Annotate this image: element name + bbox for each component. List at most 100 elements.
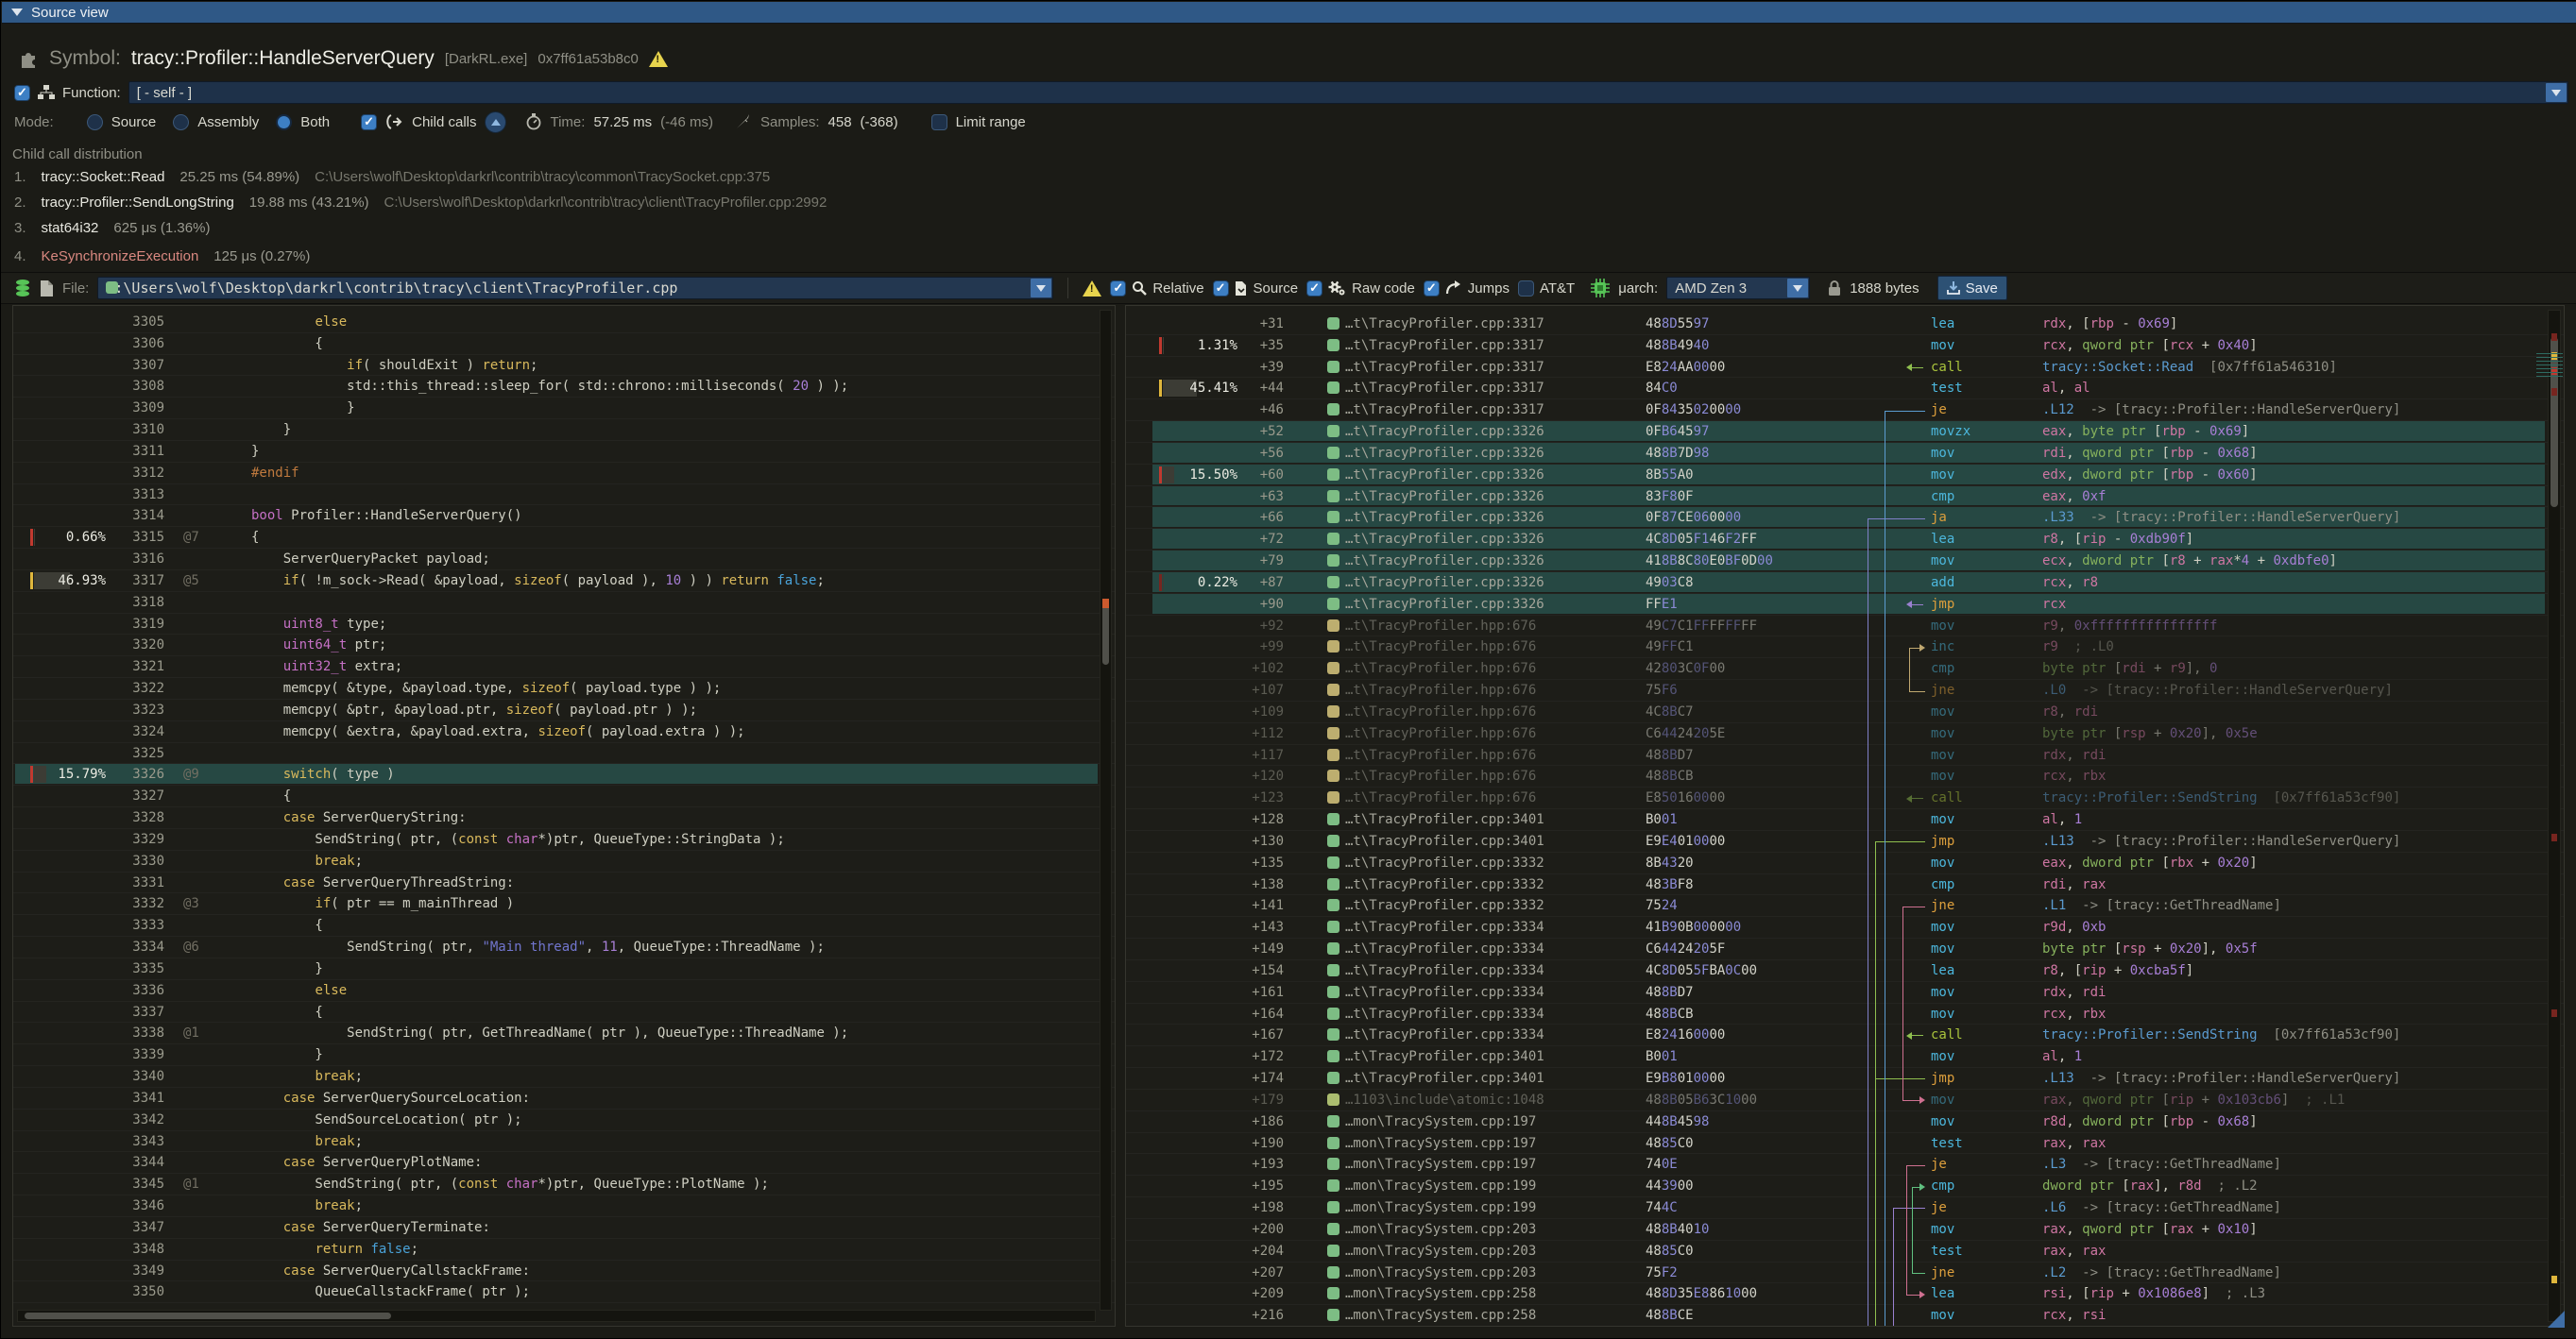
asm-row[interactable]: +120…t\TracyProfiler.hpp:676488BCBmovrcx…	[1126, 766, 2564, 788]
asm-row[interactable]: +52…t\TracyProfiler.cpp:33260FB64597movz…	[1126, 421, 2564, 443]
asm-row[interactable]: +102…t\TracyProfiler.hpp:67642803C0F00cm…	[1126, 658, 2564, 680]
source-line[interactable]: 3346 break;	[13, 1195, 1115, 1217]
asm-row[interactable]: +109…t\TracyProfiler.hpp:6764C8BC7movr8,…	[1126, 702, 2564, 723]
source-line[interactable]: 3313	[13, 484, 1115, 506]
asm-row[interactable]: +154…t\TracyProfiler.cpp:33344C8D055FBA0…	[1126, 960, 2564, 982]
asm-row[interactable]: +186…mon\TracySystem.cpp:197448B4598movr…	[1126, 1111, 2564, 1133]
scrollbar-thumb[interactable]	[1102, 599, 1109, 665]
asm-row[interactable]: +216…mon\TracySystem.cpp:258488BCEmovrcx…	[1126, 1305, 2564, 1327]
uarch-combo[interactable]: AMD Zen 3	[1666, 277, 1810, 299]
asm-row[interactable]: +107…t\TracyProfiler.hpp:67675F6jne.L0 -…	[1126, 680, 2564, 702]
source-line[interactable]: 3342 SendSourceLocation( ptr );	[13, 1110, 1115, 1131]
asm-row[interactable]: +72…t\TracyProfiler.cpp:33264C8D05F146F2…	[1126, 529, 2564, 551]
asm-row[interactable]: +123…t\TracyProfiler.hpp:676E850160000ca…	[1126, 788, 2564, 809]
asm-row[interactable]: +90…t\TracyProfiler.cpp:3326FFE1jmprcx	[1126, 594, 2564, 616]
source-line[interactable]: 3320 uint64_t ptr;	[13, 635, 1115, 656]
source-line[interactable]: 3311}	[13, 441, 1115, 463]
asm-row[interactable]: +193…mon\TracySystem.cpp:197740Eje.L3 ->…	[1126, 1154, 2564, 1176]
asm-row[interactable]: +31…t\TracyProfiler.cpp:3317488D5597lear…	[1126, 314, 2564, 335]
asm-row[interactable]: 45.41%+44…t\TracyProfiler.cpp:331784C0te…	[1126, 378, 2564, 399]
source-line[interactable]: 3330 break;	[13, 851, 1115, 873]
child-call-item[interactable]: 4.KeSynchronizeExecution125 μs (0.27%)	[14, 248, 310, 264]
asm-row[interactable]: +138…t\TracyProfiler.cpp:3332483BF8cmprd…	[1126, 874, 2564, 896]
radio-assembly[interactable]	[173, 114, 189, 130]
asm-row[interactable]: +143…t\TracyProfiler.cpp:333441B90B00000…	[1126, 917, 2564, 939]
asm-row[interactable]: +130…t\TracyProfiler.cpp:3401E9E4010000j…	[1126, 831, 2564, 853]
radio-both-label[interactable]: Both	[300, 114, 330, 130]
scrollbar-thumb[interactable]	[2550, 337, 2558, 507]
source-line[interactable]: 3329 SendString( ptr, (const char*)ptr, …	[13, 829, 1115, 851]
assembly-panel[interactable]: +31…t\TracyProfiler.cpp:3317488D5597lear…	[1125, 305, 2565, 1327]
source-line[interactable]: 3325	[13, 743, 1115, 765]
asm-row[interactable]: +46…t\TracyProfiler.cpp:33170F8435020000…	[1126, 399, 2564, 421]
asm-row[interactable]: +141…t\TracyProfiler.cpp:33327524jne.L1 …	[1126, 895, 2564, 917]
asm-row[interactable]: +200…mon\TracySystem.cpp:203488B4010movr…	[1126, 1219, 2564, 1241]
child-call-name[interactable]: tracy::Profiler::SendLongString	[42, 195, 234, 211]
source-line[interactable]: 15.79%3326@9 switch( type )	[13, 764, 1115, 786]
raw-code-label[interactable]: Raw code	[1352, 280, 1415, 297]
source-line[interactable]: 3319 uint8_t type;	[13, 614, 1115, 636]
uarch-combo-arrow[interactable]	[1787, 279, 1808, 297]
asm-row[interactable]: 0.22%+87…t\TracyProfiler.cpp:33264903C8a…	[1126, 572, 2564, 594]
source-line[interactable]: 3323 memcpy( &ptr, &payload.ptr, sizeof(…	[13, 700, 1115, 721]
source-line[interactable]: 3321 uint32_t extra;	[13, 656, 1115, 678]
source-line[interactable]: 3344 case ServerQueryPlotName:	[13, 1152, 1115, 1174]
source-line[interactable]: 3310 }	[13, 419, 1115, 441]
file-combo-arrow[interactable]	[1031, 279, 1051, 297]
asm-row[interactable]: +195…mon\TracySystem.cpp:199443900cmpdwo…	[1126, 1176, 2564, 1197]
relative-checkbox[interactable]: ✓	[1110, 280, 1126, 297]
source-hscrollbar[interactable]	[17, 1310, 1096, 1322]
source-line[interactable]: 3316 ServerQueryPacket payload;	[13, 549, 1115, 570]
function-combo[interactable]: [ - self - ]	[128, 81, 2568, 104]
child-call-name[interactable]: KeSynchronizeExecution	[42, 248, 199, 264]
limit-range-checkbox[interactable]	[931, 114, 947, 130]
asm-row[interactable]: +172…t\TracyProfiler.cpp:3401B001moval, …	[1126, 1046, 2564, 1068]
asm-row[interactable]: +207…mon\TracySystem.cpp:20375F2jne.L2 -…	[1126, 1263, 2564, 1284]
source-line[interactable]: 3309 }	[13, 398, 1115, 419]
att-checkbox[interactable]	[1518, 280, 1534, 297]
asm-row[interactable]: +209…mon\TracySystem.cpp:258488D35E88610…	[1126, 1283, 2564, 1305]
asm-row[interactable]: 15.50%+60…t\TracyProfiler.cpp:33268B55A0…	[1126, 465, 2564, 486]
asm-row[interactable]: +128…t\TracyProfiler.cpp:3401B001moval, …	[1126, 809, 2564, 831]
source-label[interactable]: Source	[1254, 280, 1299, 297]
child-call-name[interactable]: tracy::Socket::Read	[42, 169, 165, 185]
asm-row[interactable]: +63…t\TracyProfiler.cpp:332683F80Fcmpeax…	[1126, 486, 2564, 508]
resize-grip[interactable]	[2548, 1311, 2565, 1328]
source-line[interactable]: 3336 else	[13, 980, 1115, 1002]
radio-source-label[interactable]: Source	[111, 114, 157, 130]
asm-row[interactable]: +190…mon\TracySystem.cpp:1974885C0testra…	[1126, 1133, 2564, 1155]
function-combo-arrow[interactable]	[2546, 83, 2567, 102]
child-call-item[interactable]: 1.tracy::Socket::Read25.25 ms (54.89%)C:…	[14, 169, 770, 185]
collapse-icon[interactable]	[11, 8, 23, 16]
asm-row[interactable]: +99…t\TracyProfiler.hpp:67649FFC1incr9 ;…	[1126, 636, 2564, 658]
source-line[interactable]: 3312#endif	[13, 463, 1115, 484]
source-line[interactable]: 3322 memcpy( &type, &payload.type, sizeo…	[13, 678, 1115, 700]
asm-row[interactable]: 1.31%+35…t\TracyProfiler.cpp:3317488B494…	[1126, 335, 2564, 357]
radio-both[interactable]	[276, 114, 292, 130]
child-calls-label[interactable]: Child calls	[412, 114, 476, 130]
child-call-item[interactable]: 2.tracy::Profiler::SendLongString19.88 m…	[14, 195, 827, 211]
source-line[interactable]: 3348 return false;	[13, 1239, 1115, 1261]
source-line[interactable]: 3343 break;	[13, 1131, 1115, 1153]
jumps-label[interactable]: Jumps	[1468, 280, 1510, 297]
raw-code-checkbox[interactable]: ✓	[1306, 280, 1322, 297]
source-vscrollbar[interactable]	[1100, 310, 1112, 1311]
limit-range-label[interactable]: Limit range	[956, 114, 1026, 130]
source-line[interactable]: 0.66%3315@7{	[13, 527, 1115, 549]
source-line[interactable]: 3338@1 SendString( ptr, GetThreadName( p…	[13, 1023, 1115, 1044]
asm-row[interactable]: +56…t\TracyProfiler.cpp:3326488B7D98movr…	[1126, 443, 2564, 465]
asm-row[interactable]: +161…t\TracyProfiler.cpp:3334488BD7movrd…	[1126, 982, 2564, 1004]
source-line[interactable]: 3347 case ServerQueryTerminate:	[13, 1217, 1115, 1239]
source-line[interactable]: 3324 memcpy( &extra, &payload.extra, siz…	[13, 721, 1115, 743]
source-line[interactable]: 3337 {	[13, 1002, 1115, 1024]
asm-row[interactable]: +198…mon\TracySystem.cpp:199744Cje.L6 ->…	[1126, 1197, 2564, 1219]
source-line[interactable]: 3333 {	[13, 915, 1115, 937]
child-call-item[interactable]: 3.stat64i32625 μs (1.36%)	[14, 220, 210, 236]
source-line[interactable]: 3340 break;	[13, 1066, 1115, 1088]
child-calls-checkbox[interactable]: ✓	[361, 114, 377, 130]
propagate-up-button[interactable]	[485, 111, 506, 133]
source-line[interactable]: 3318	[13, 592, 1115, 614]
title-bar[interactable]: Source view	[2, 2, 2576, 24]
asm-row[interactable]: +174…t\TracyProfiler.cpp:3401E9B8010000j…	[1126, 1068, 2564, 1090]
source-checkbox[interactable]: ✓	[1213, 280, 1229, 297]
